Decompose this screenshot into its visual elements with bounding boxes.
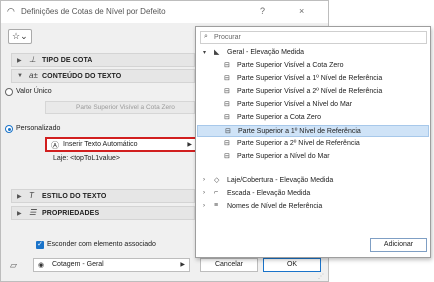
autotext-item[interactable]: ⊟ Parte Superior a 1º Nível de Referência: [197, 125, 429, 137]
tree-group-label: Escada - Elevação Medida: [227, 190, 311, 197]
favorites-caret-icon: ⌄: [20, 31, 28, 41]
tree-group-label: Nomes de Nível de Referência: [227, 203, 323, 210]
search-placeholder: Procurar: [214, 34, 241, 41]
level-type-icon: ⊥: [29, 55, 36, 64]
favorites-button[interactable]: ☆⌄: [8, 29, 32, 44]
section-title: ESTILO DO TEXTO: [42, 193, 107, 200]
chevron-right-icon: ▶: [17, 194, 22, 200]
autotext-item-label: Parte Superior Visível a 2º Nível de Ref…: [237, 88, 383, 95]
autotext-field-icon: ⊟: [224, 101, 230, 108]
chevron-right-icon: ›: [203, 177, 205, 183]
valor-unico-radio[interactable]: [5, 88, 13, 96]
search-icon: ⌕: [204, 33, 208, 40]
hide-with-element-checkbox[interactable]: ✓: [36, 241, 44, 249]
section-title: PROPRIEDADES: [42, 210, 100, 217]
autotext-item[interactable]: ⊟ Parte Superior Visível a Cota Zero: [197, 60, 429, 72]
hide-with-element-label: Esconder com elemento associado: [47, 241, 156, 248]
stair-icon: ⌐: [214, 189, 219, 196]
autotext-item[interactable]: ⊟ Parte Superior a Nível do Mar: [197, 151, 429, 163]
tree-group-label: Geral - Elevação Medida: [227, 49, 305, 56]
section-propriedades[interactable]: ▶ ☰ PROPRIEDADES: [11, 206, 195, 220]
autotext-field-icon: ⊟: [224, 140, 230, 147]
chevron-down-icon: ▾: [203, 50, 207, 56]
star-icon: ☆: [12, 31, 21, 41]
autotext-field-icon: ⊟: [224, 114, 230, 121]
autotext-item-label: Parte Superior a Nível do Mar: [237, 153, 330, 160]
autotext-field-icon: ⊟: [224, 153, 230, 160]
tree-group-geral[interactable]: ▾ ◣ Geral - Elevação Medida: [197, 47, 429, 59]
level-dimension-tool-icon: ◠: [7, 6, 15, 16]
help-button[interactable]: ?: [260, 6, 265, 16]
autotext-item-label: Parte Superior Visível a Cota Zero: [237, 62, 344, 69]
autotext-item[interactable]: ⊟ Parte Superior Visível a 2º Nível de Re…: [197, 86, 429, 98]
autotext-item[interactable]: ⊟ Parte Superior Visível a 1º Nível de Re…: [197, 73, 429, 85]
autotext-item[interactable]: ⊟ Parte Superior a 2º Nível de Referência: [197, 138, 429, 150]
tree-group-escada[interactable]: › ⌐ Escada - Elevação Medida: [197, 188, 429, 200]
autotext-item-label: Parte Superior a 1º Nível de Referência: [238, 128, 361, 135]
resize-grip-icon[interactable]: ⋰: [318, 273, 324, 280]
chevron-right-icon: ▶: [187, 142, 192, 148]
eye-icon: ◉: [38, 262, 45, 269]
chevron-down-icon: ▼: [17, 73, 23, 79]
tree-group-nomes[interactable]: › ≡ Nomes de Nível de Referência: [197, 201, 429, 213]
close-button[interactable]: ×: [299, 6, 304, 16]
level-marker-icon: ◣: [214, 49, 220, 56]
autotext-popup: ⌕ Procurar ▾ ◣ Geral - Elevação Medida ⊟…: [195, 26, 431, 258]
chevron-right-icon: ›: [203, 203, 205, 209]
layer-value: Cotagem - Geral: [52, 261, 104, 268]
autotext-icon: Ⓐ: [51, 141, 59, 150]
valor-unico-label: Valor Único: [16, 88, 52, 95]
custom-expression-text[interactable]: Laje: <topToL1value>: [53, 155, 120, 162]
section-conteudo-do-texto[interactable]: ▼ a± CONTEÚDO DO TEXTO: [11, 69, 195, 83]
section-title: TIPO DE COTA: [42, 57, 93, 64]
chevron-right-icon: ›: [203, 190, 205, 196]
layer-dropdown[interactable]: ◉ Cotagem - Geral ▶: [33, 258, 190, 272]
ok-button[interactable]: OK: [263, 258, 321, 272]
insert-autotext-button[interactable]: Ⓐ Inserir Texto Automático ▶: [45, 137, 197, 152]
autotext-item-label: Parte Superior a 2º Nível de Referência: [237, 140, 360, 147]
autotext-item-label: Parte Superior Visível a Nível do Mar: [237, 101, 353, 108]
autotext-item-label: Parte Superior Visível a 1º Nível de Ref…: [237, 75, 383, 82]
slab-icon: ◇: [214, 177, 220, 184]
reference-level-icon: ≡: [214, 202, 219, 209]
cancel-button[interactable]: Cancelar: [200, 258, 258, 272]
dialog-title: Definições de Cotas de Nível por Defeito: [21, 7, 166, 16]
autotext-item[interactable]: ⊟ Parte Superior a Cota Zero: [197, 112, 429, 124]
personalizado-radio[interactable]: [5, 125, 13, 133]
insert-autotext-label: Inserir Texto Automático: [63, 141, 138, 148]
personalizado-label: Personalizado: [16, 125, 61, 132]
title-bar: ◠ Definições de Cotas de Nível por Defei…: [1, 1, 328, 23]
autotext-item[interactable]: ⊟ Parte Superior Visível a Nível do Mar: [197, 99, 429, 111]
section-estilo-do-texto[interactable]: ▶ T ESTILO DO TEXTO: [11, 189, 195, 203]
tree-group-label: Laje/Cobertura - Elevação Medida: [227, 177, 334, 184]
text-style-icon: T: [29, 191, 34, 200]
autotext-field-icon: ⊟: [224, 75, 230, 82]
properties-icon: ☰: [29, 208, 37, 217]
section-tipo-de-cota[interactable]: ▶ ⊥ TIPO DE COTA: [11, 53, 195, 67]
autotext-item-label: Parte Superior a Cota Zero: [237, 114, 322, 121]
valor-unico-field: Parte Superior Visível a Cota Zero: [45, 101, 195, 114]
chevron-right-icon: ▶: [17, 211, 22, 217]
text-content-icon: a±: [29, 71, 38, 80]
layer-icon: ▱: [10, 260, 17, 270]
chevron-right-icon: ▶: [17, 58, 22, 64]
tree-group-laje[interactable]: › ◇ Laje/Cobertura - Elevação Medida: [197, 175, 429, 187]
add-button[interactable]: Adicionar: [370, 238, 427, 252]
search-input[interactable]: ⌕ Procurar: [200, 31, 427, 44]
autotext-field-icon: ⊟: [224, 88, 230, 95]
section-title: CONTEÚDO DO TEXTO: [42, 73, 122, 80]
autotext-field-icon: ⊟: [224, 62, 230, 69]
autotext-field-icon: ⊟: [225, 128, 231, 135]
chevron-right-icon: ▶: [180, 262, 185, 268]
